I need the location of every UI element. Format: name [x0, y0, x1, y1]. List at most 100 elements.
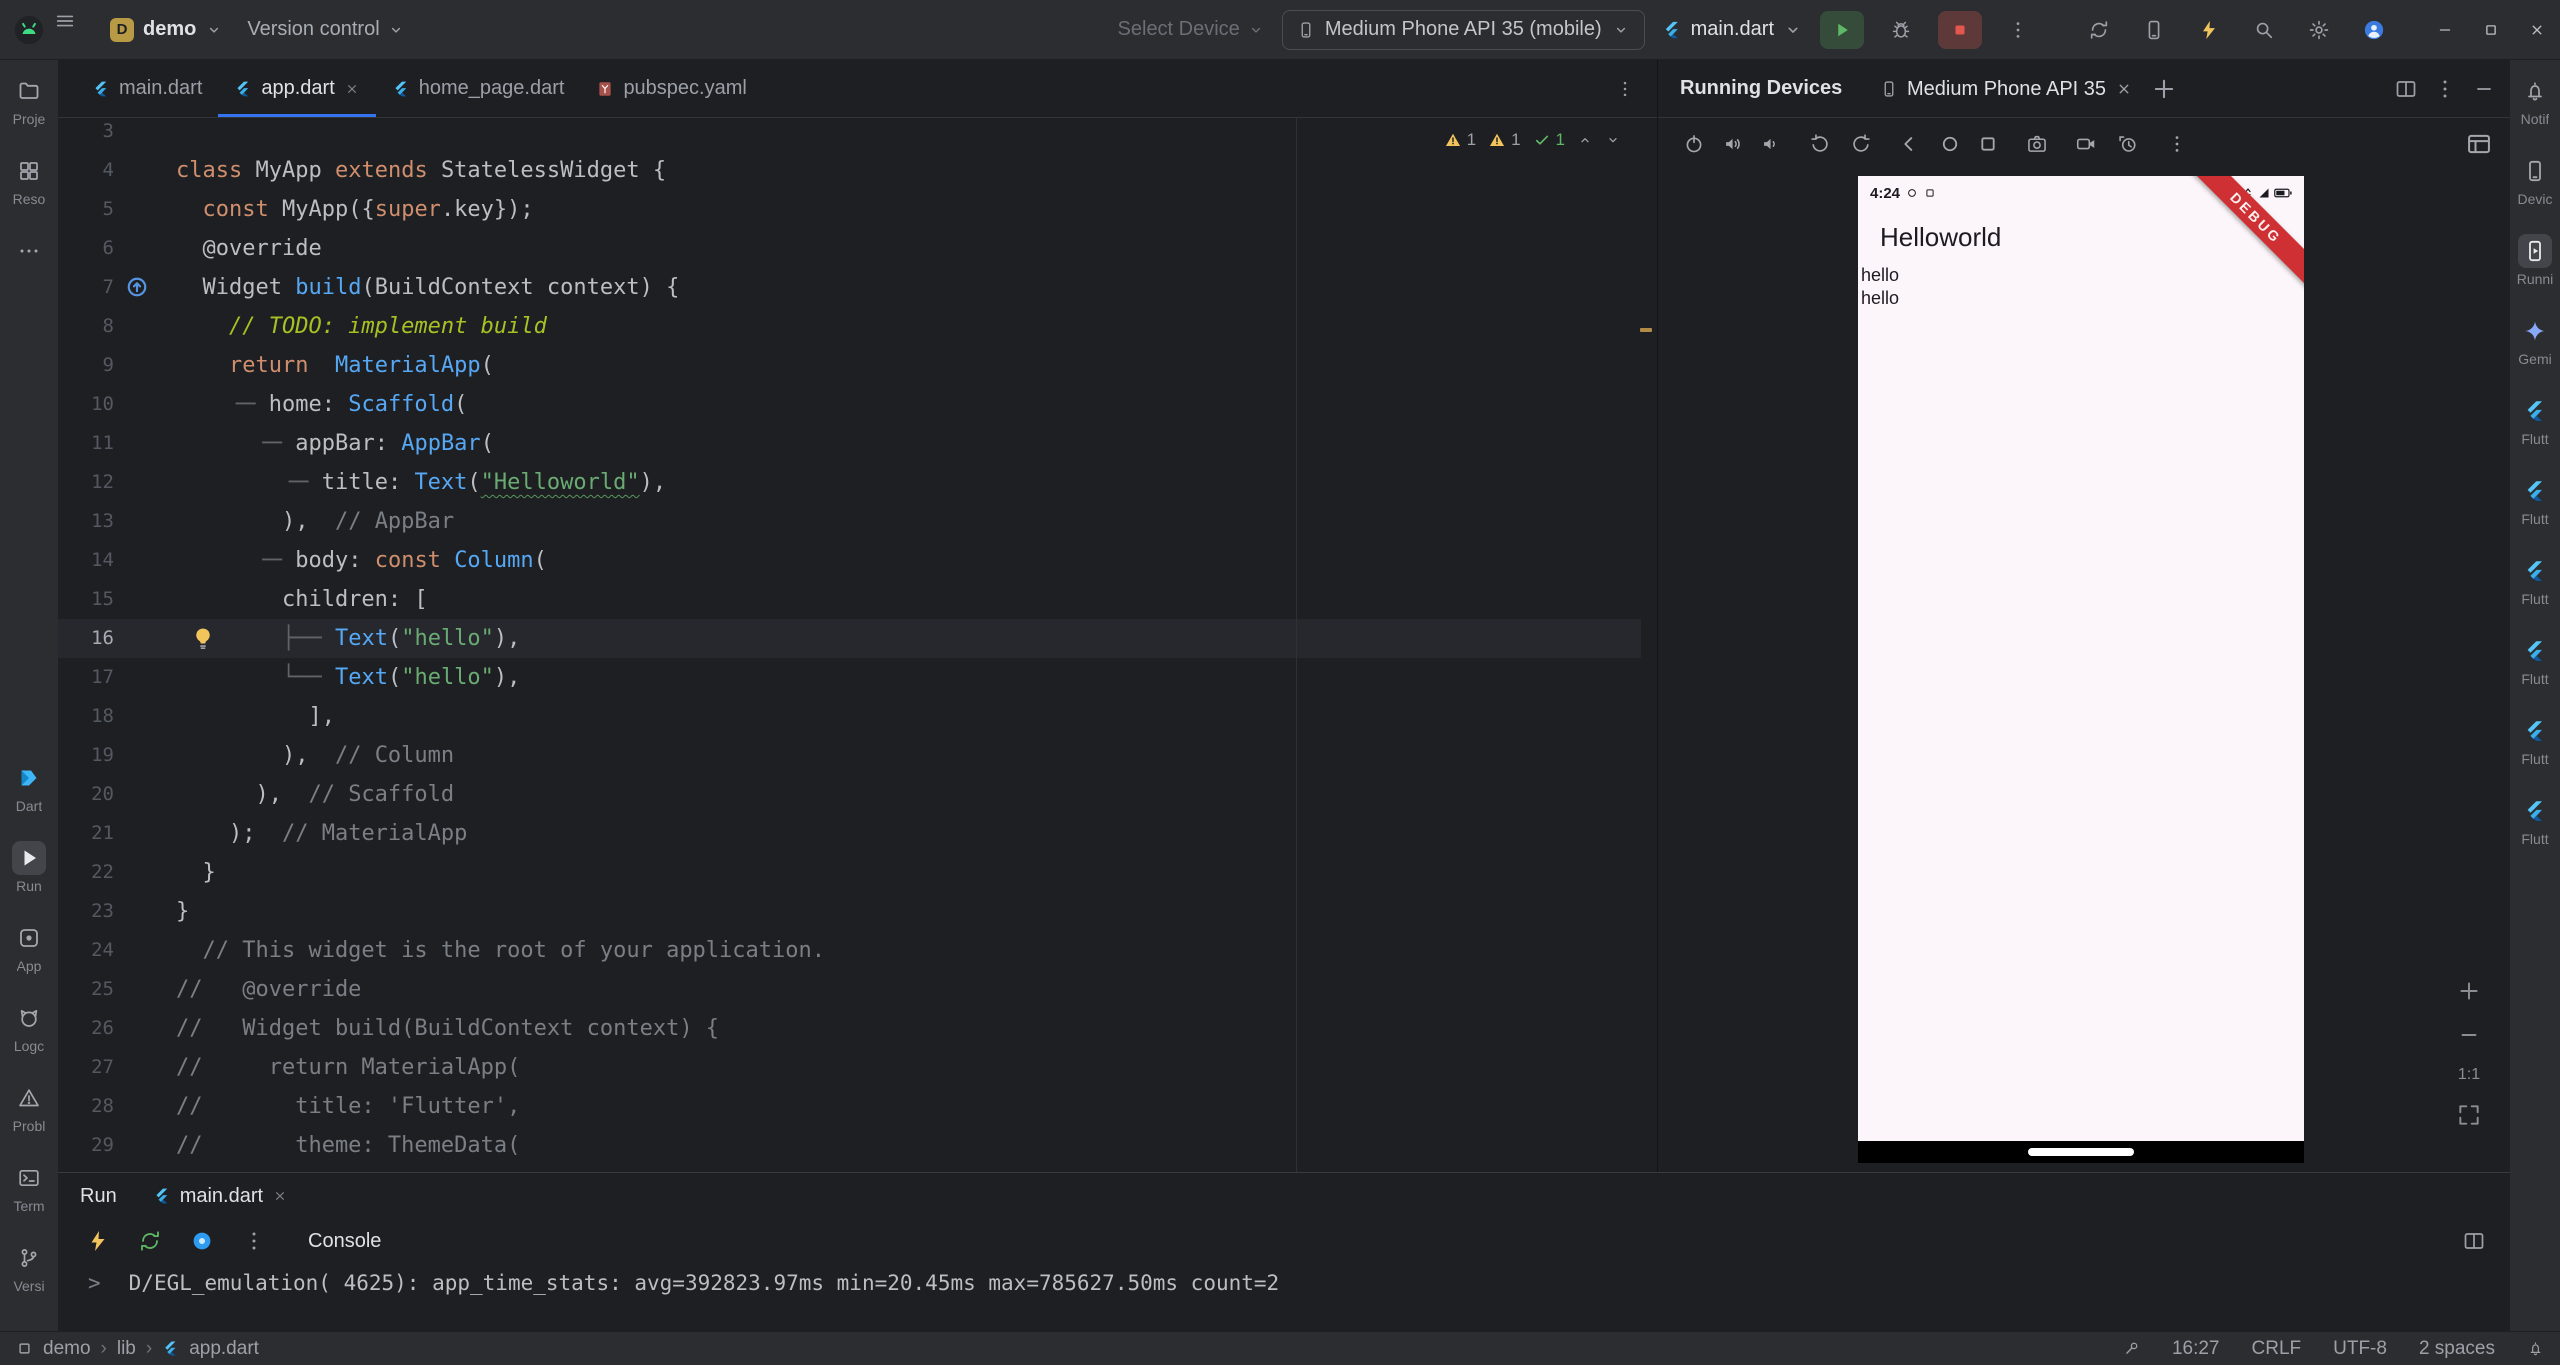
settings-button[interactable] [2300, 11, 2338, 49]
zoom-in-button[interactable] [2456, 978, 2482, 1004]
hot-reload-icon[interactable] [86, 1229, 110, 1253]
code-line[interactable]: // @override [176, 970, 825, 1009]
record-icon[interactable] [2072, 130, 2100, 158]
gutter-line-number[interactable]: 4 [58, 151, 176, 190]
breadcrumb-file[interactable]: app.dart [189, 1338, 259, 1360]
gutter-line-number[interactable]: 28 [58, 1087, 176, 1126]
gutter-line-number[interactable]: 16 [58, 619, 176, 658]
maximize-button[interactable] [2468, 0, 2514, 60]
caret-position[interactable]: 16:27 [2172, 1338, 2220, 1360]
stop-button[interactable] [1938, 11, 1982, 49]
override-marker-icon[interactable] [124, 274, 150, 300]
split-panel-icon[interactable] [2394, 77, 2418, 101]
tool-strip-item-app-quality-insights[interactable]: App [12, 921, 46, 974]
code-line[interactable]: ), // Scaffold [176, 775, 825, 814]
tool-strip-item-logcat[interactable]: Logc [12, 1001, 46, 1054]
close-tab-icon[interactable] [2115, 80, 2133, 98]
tool-strip-item-flutter-inspector[interactable]: Flutt [2518, 474, 2552, 527]
notifications-icon[interactable] [2527, 1340, 2544, 1357]
gutter-line-number[interactable]: 15 [58, 580, 176, 619]
code-line[interactable]: } [176, 892, 825, 931]
weak-warnings-badge[interactable]: 1 [1488, 130, 1520, 150]
gutter-line-number[interactable]: 7 [58, 268, 176, 307]
hot-restart-icon[interactable] [138, 1229, 162, 1253]
gutter-line-number[interactable]: 18 [58, 697, 176, 736]
tool-strip-item-flutter-performance[interactable]: Flutt [2518, 554, 2552, 607]
search-everywhere-button[interactable] [2245, 11, 2283, 49]
back-icon[interactable] [1895, 130, 1923, 158]
gutter-line-number[interactable]: 23 [58, 892, 176, 931]
console-tab[interactable]: Console [308, 1230, 381, 1253]
gutter-line-number[interactable]: 3 [58, 118, 176, 151]
gutter-line-number[interactable]: 19 [58, 736, 176, 775]
code-line[interactable]: children: [ [176, 580, 825, 619]
debug-button[interactable] [1881, 11, 1921, 49]
gutter-line-number[interactable]: 14 [58, 541, 176, 580]
volume-up-icon[interactable] [1719, 130, 1747, 158]
tool-strip-item-resource-manager[interactable]: Reso [12, 154, 46, 207]
line-ending[interactable]: CRLF [2252, 1338, 2302, 1360]
intention-bulb-icon[interactable] [190, 625, 216, 651]
code-line[interactable]: ); // MaterialApp [176, 814, 825, 853]
gutter-line-number[interactable]: 12 [58, 463, 176, 502]
tool-strip-item-version-control[interactable]: Versi [12, 1241, 46, 1294]
inspections-widget[interactable]: 1 1 1 [1444, 130, 1621, 150]
gutter-line-number[interactable]: 8 [58, 307, 176, 346]
gutter-line-number[interactable]: 27 [58, 1048, 176, 1087]
file-encoding[interactable]: UTF-8 [2333, 1338, 2387, 1360]
close-tab-icon[interactable] [272, 1188, 288, 1204]
tool-strip-item-more-tool-windows[interactable] [12, 234, 46, 268]
zoom-out-button[interactable] [2456, 1022, 2482, 1048]
tool-strip-item-flutter-extra-1[interactable]: Flutt [2518, 714, 2552, 767]
gutter-line-number[interactable]: 20 [58, 775, 176, 814]
tool-strip-item-flutter-devtools[interactable]: Flutt [2518, 634, 2552, 687]
tool-strip-item-run[interactable]: Run [12, 841, 46, 894]
editor-code[interactable]: class MyApp extends StatelessWidget { co… [176, 118, 825, 1165]
code-line[interactable]: Widget build(BuildContext context) { [176, 268, 825, 307]
tool-strip-item-flutter-outline[interactable]: Flutt [2518, 394, 2552, 447]
gutter-line-number[interactable]: 11 [58, 424, 176, 463]
code-line[interactable]: class MyApp extends StatelessWidget { [176, 151, 825, 190]
power-icon[interactable] [1680, 130, 1708, 158]
code-line[interactable]: // theme: ThemeData( [176, 1126, 825, 1165]
main-menu-button[interactable] [54, 10, 94, 50]
snapshots-icon[interactable] [2114, 130, 2142, 158]
run-tab-main-dart[interactable]: main.dart [145, 1173, 296, 1219]
profile-avatar[interactable] [2355, 11, 2393, 49]
gutter-line-number[interactable]: 26 [58, 1009, 176, 1048]
code-line[interactable]: ], [176, 697, 825, 736]
hide-panel-icon[interactable] [2472, 77, 2496, 101]
tool-strip-item-gemini[interactable]: Gemi [2518, 314, 2552, 367]
code-line[interactable]: } [176, 853, 825, 892]
wrench-icon[interactable] [2123, 1340, 2140, 1357]
code-line[interactable]: // Widget build(BuildContext context) { [176, 1009, 825, 1048]
code-line[interactable]: return MaterialApp( [176, 346, 825, 385]
code-line[interactable]: ╶─ appBar: AppBar( [176, 424, 825, 463]
passed-badge[interactable]: 1 [1533, 130, 1565, 150]
volume-down-icon[interactable] [1757, 130, 1785, 158]
editor-tab-main.dart[interactable]: main.dart [76, 60, 218, 117]
editor-tab-app.dart[interactable]: app.dart [218, 60, 375, 117]
gesture-pill[interactable] [2028, 1148, 2134, 1156]
close-tab-icon[interactable] [344, 81, 360, 97]
code-line[interactable]: const MyApp({super.key}); [176, 190, 825, 229]
run-configuration-dropdown[interactable]: main.dart [1662, 18, 1803, 41]
code-line[interactable]: // title: 'Flutter', [176, 1087, 825, 1126]
breadcrumb-folder[interactable]: lib [117, 1338, 136, 1360]
code-line[interactable]: @override [176, 229, 825, 268]
gutter-line-number[interactable]: 29 [58, 1126, 176, 1165]
code-line[interactable]: ), // Column [176, 736, 825, 775]
console-output[interactable]: > D/EGL_emulation( 4625): app_time_stats… [58, 1269, 2510, 1297]
code-line[interactable]: ├── Text("hello"), [176, 619, 825, 658]
project-widget[interactable]: D demo [102, 13, 231, 47]
tool-strip-item-running-devices[interactable]: Runni [2517, 234, 2554, 287]
tool-strip-item-notifications[interactable]: Notif [2518, 74, 2552, 127]
editor-gutter[interactable]: 3456789101112131415161718192021222324252… [58, 118, 176, 1165]
gutter-line-number[interactable]: 5 [58, 190, 176, 229]
kebab-icon[interactable] [242, 1229, 266, 1253]
gutter-line-number[interactable]: 22 [58, 853, 176, 892]
breadcrumb-project[interactable]: demo [43, 1338, 91, 1360]
rotate-left-icon[interactable] [1806, 130, 1834, 158]
device-tab[interactable]: Medium Phone API 35 [1880, 60, 2133, 118]
editor-tab-pubspec.yaml[interactable]: pubspec.yaml [580, 60, 762, 117]
